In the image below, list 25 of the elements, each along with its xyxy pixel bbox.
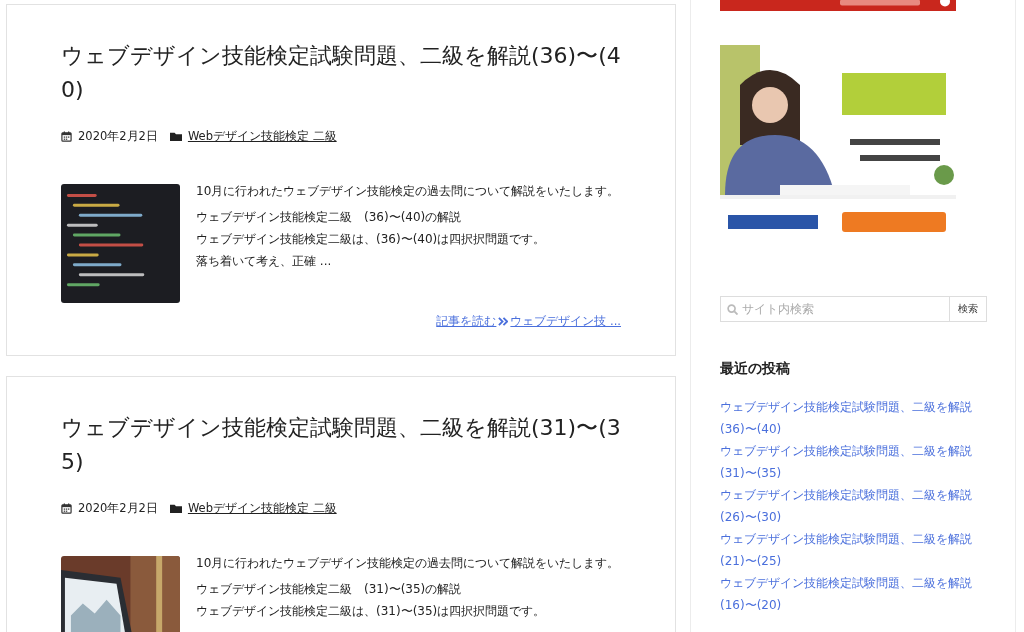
category-link[interactable]: Webデザイン技能検定 二級 [187, 129, 337, 145]
excerpt-text: 10月に行われたウェブデザイン技能検定の過去問について解説をいたします。 [196, 555, 620, 573]
folder-icon [169, 131, 182, 143]
category-link[interactable]: Webデザイン技能検定 二級 [187, 501, 337, 517]
read-more-link[interactable]: 記事を読む ウェブデザイン技 ... [436, 314, 621, 330]
post-title[interactable]: ウェブデザイン技能検定試験問題、二級を解説(36)〜(40) [61, 39, 621, 108]
recent-post-link[interactable]: ウェブデザイン技能検定試験問題、二級を解説(31)〜(35) [720, 440, 990, 484]
folder-icon [169, 503, 182, 515]
search-button[interactable]: 検索 [949, 296, 987, 322]
double-chevron-icon [498, 317, 509, 327]
search-icon [727, 303, 738, 315]
recent-post-link[interactable]: ウェブデザイン技能検定試験問題、二級を解説(26)〜(30) [720, 484, 990, 528]
sidebar-heading: 最近の投稿 [720, 360, 790, 378]
excerpt-text: ウェブデザイン技能検定二級 (31)〜(35)の解説 ウェブデザイン技能検定二級は、(31)〜(35)は四択択問題です。 [196, 581, 547, 621]
post-date: 2020年2月2日 [78, 129, 158, 145]
recent-post-link[interactable]: ウェブデザイン技能検定試験問題、二級を解説(16)〜(20) [720, 572, 990, 616]
recent-post-link[interactable]: ウェブデザイン技能検定試験問題、二級を解説(21)〜(25) [720, 528, 990, 572]
calendar-icon [61, 503, 72, 515]
post-title[interactable]: ウェブデザイン技能検定試験問題、二級を解説(31)〜(35) [61, 411, 621, 480]
recent-post-link[interactable]: ウェブデザイン技能検定試験問題、二級を解説(36)〜(40) [720, 396, 990, 440]
search-field[interactable]: サイト内検索 [720, 296, 949, 322]
post-date: 2020年2月2日 [78, 501, 158, 517]
calendar-icon [61, 131, 72, 143]
excerpt-text: 10月に行われたウェブデザイン技能検定の過去問について解説をいたします。 [196, 183, 620, 201]
excerpt-text: ウェブデザイン技能検定二級 (36)〜(40)の解説 ウェブデザイン技能検定二級は、(36)〜(40)は四択択問題です。 落ち着いて考え、正確 ... [196, 209, 547, 271]
